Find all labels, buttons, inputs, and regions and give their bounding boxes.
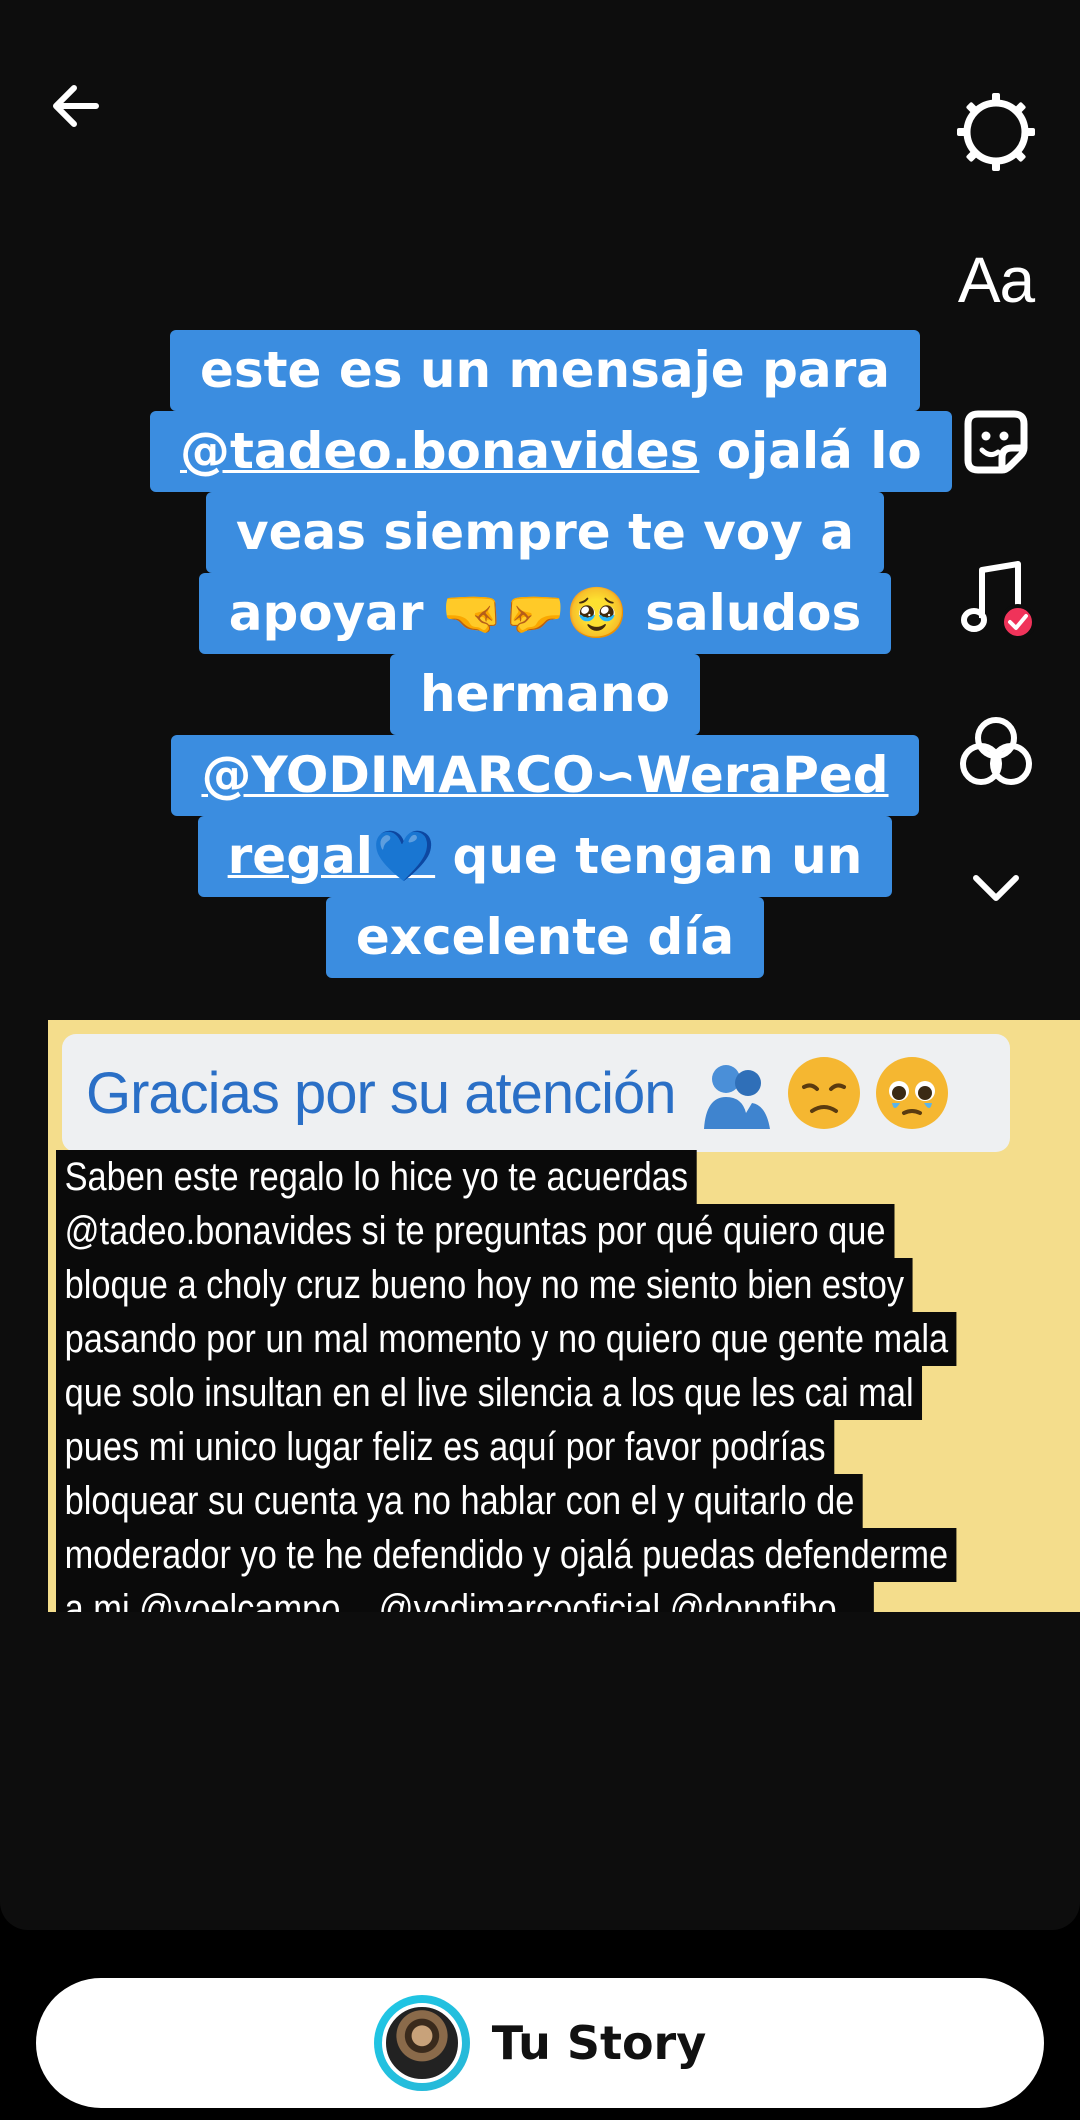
card-body-line: a mi @yoelcampo... @yodimarcooficial @do… — [56, 1582, 874, 1612]
caption-text: que tengan un — [435, 827, 863, 885]
back-button[interactable] — [36, 66, 116, 146]
sticker-button[interactable] — [944, 390, 1048, 494]
caption-line: excelente día — [325, 897, 765, 978]
arrow-left-icon — [53, 85, 99, 127]
caption-text: ojalá lo — [699, 422, 922, 480]
mention-link[interactable]: regal💙 — [228, 827, 436, 885]
effects-icon — [960, 717, 1032, 785]
more-tools-button[interactable] — [954, 846, 1038, 930]
disappointed-emoji-icon — [787, 1057, 860, 1129]
effects-button[interactable] — [944, 700, 1048, 804]
pleading-emoji-icon — [875, 1057, 948, 1129]
caption-line: apoyar 🤜🤛🥹 saludos — [198, 573, 892, 654]
card-emojis — [696, 1053, 952, 1133]
caption-line: regal💙 que tengan un — [197, 816, 893, 897]
story-editor: Aa este es un mensaje para @tadeo.bonavi… — [0, 0, 1080, 2120]
caption-line: este es un mensaje para — [169, 330, 921, 411]
story-canvas[interactable]: Aa este es un mensaje para @tadeo.bonavi… — [0, 0, 1080, 1930]
card-body-line: Saben este regalo lo hice yo te acuerdas — [56, 1150, 697, 1204]
your-story-button[interactable]: Tu Story — [36, 1978, 1044, 2108]
caption-line: @YODIMARCO∽WeraPed — [171, 735, 919, 816]
card-body-line: pasando por un mal momento y no quiero q… — [56, 1312, 957, 1366]
card-title: Gracias por su atención — [86, 1060, 677, 1126]
music-button[interactable] — [944, 548, 1048, 652]
story-caption[interactable]: este es un mensaje para @tadeo.bonavides… — [150, 330, 952, 978]
card-body-line: bloquear su cuenta ya no hablar con el y… — [56, 1474, 864, 1528]
caption-line: @tadeo.bonavides ojalá lo — [150, 411, 952, 492]
sticker-icon — [964, 410, 1028, 474]
mention-link[interactable]: @tadeo.bonavides — [180, 422, 699, 480]
card-header: Gracias por su atención — [62, 1034, 1010, 1152]
your-story-label: Tu Story — [491, 2016, 707, 2070]
hug-emoji-icon — [703, 1065, 770, 1129]
card-body-text: Saben este regalo lo hice yo te acuerdas… — [56, 1150, 957, 1612]
music-note-icon — [961, 561, 1036, 640]
screenshot-sticker[interactable]: Gracias por su atención Saben este regal… — [48, 1020, 1080, 1612]
avatar — [373, 1995, 470, 2091]
settings-button[interactable] — [944, 80, 1048, 184]
mention-link[interactable]: @YODIMARCO∽WeraPed — [201, 746, 888, 804]
text-tool-button[interactable]: Aa — [944, 232, 1048, 328]
caption-line: hermano — [390, 654, 700, 735]
card-body-line: bloque a choly cruz bueno hoy no me sien… — [56, 1258, 913, 1312]
gear-icon — [957, 93, 1035, 171]
chevron-down-icon — [973, 875, 1019, 901]
card-body-line: @tadeo.bonavides si te preguntas por qué… — [56, 1204, 895, 1258]
caption-line: veas siempre te voy a — [206, 492, 884, 573]
card-body-line: moderador yo te he defendido y ojalá pue… — [56, 1528, 957, 1582]
card-body-line: pues mi unico lugar feliz es aquí por fa… — [56, 1420, 835, 1474]
card-body-line: que solo insultan en el live silencia a … — [56, 1366, 923, 1420]
text-tool-label: Aa — [957, 244, 1035, 316]
avatar-image — [381, 2003, 462, 2083]
